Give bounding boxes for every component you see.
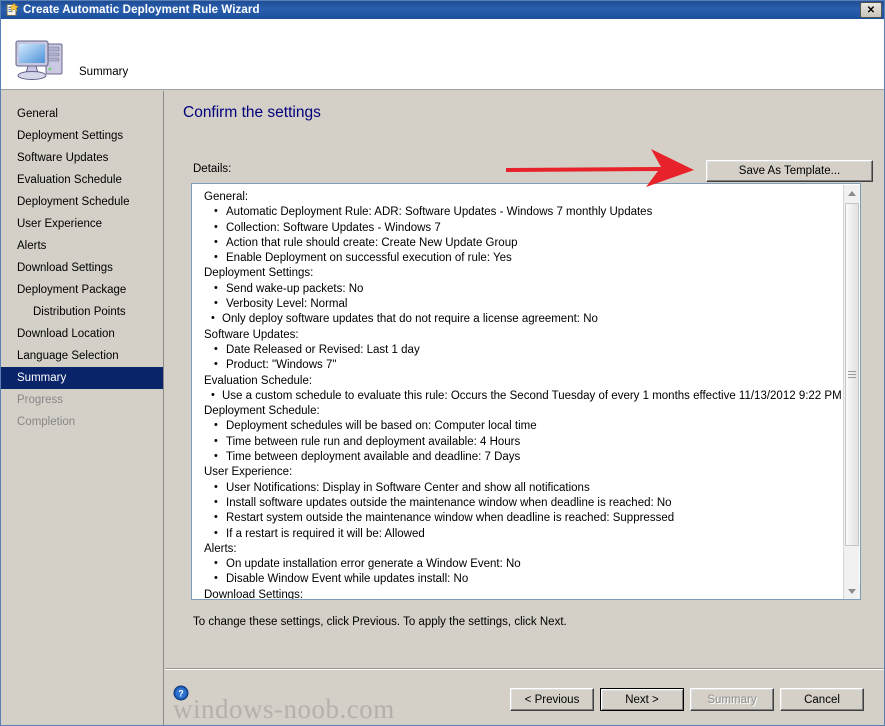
main-content: Confirm the settings Details: Save As Te…: [165, 91, 884, 669]
details-line: Restart system outside the maintenance w…: [204, 510, 841, 526]
details-line: Disable Window Event while updates insta…: [204, 571, 841, 587]
details-line: If a restart is required it will be: All…: [204, 526, 841, 542]
wizard-footer: ? < Previous Next > Summary Cancel: [165, 669, 884, 725]
close-icon[interactable]: ✕: [860, 2, 882, 18]
details-line: Only deploy software updates that do not…: [204, 311, 841, 327]
details-line: Evaluation Schedule:: [204, 374, 313, 387]
details-line: Deployment Settings:: [204, 267, 314, 280]
details-line: Software Updates:: [204, 328, 299, 341]
header-step-label: Summary: [79, 66, 129, 78]
sidebar-item-download-settings[interactable]: Download Settings: [1, 257, 163, 279]
details-scrollbar[interactable]: [843, 185, 860, 599]
details-line: General:: [204, 191, 249, 203]
sidebar-item-deployment-schedule[interactable]: Deployment Schedule: [1, 191, 163, 213]
details-line: User Experience:: [204, 466, 293, 479]
details-line: On update installation error generate a …: [204, 556, 841, 572]
details-text: General:Automatic Deployment Rule: ADR: …: [192, 184, 845, 600]
computer-icon: [13, 36, 71, 84]
window-title: Create Automatic Deployment Rule Wizard: [23, 4, 260, 16]
summary-button: Summary: [690, 688, 774, 711]
next-button[interactable]: Next >: [600, 688, 684, 711]
details-line: Automatic Deployment Rule: ADR: Software…: [204, 204, 841, 220]
wizard-header: Summary: [1, 19, 884, 90]
details-line: Enable Deployment on successful executio…: [204, 250, 841, 266]
sidebar-item-alerts[interactable]: Alerts: [1, 235, 163, 257]
details-line: Collection: Software Updates - Windows 7: [204, 220, 841, 236]
details-line: Use a custom schedule to evaluate this r…: [204, 388, 842, 404]
details-line: Action that rule should create: Create N…: [204, 235, 841, 251]
wizard-steps-sidebar: General Deployment Settings Software Updat…: [1, 91, 164, 725]
page-title: Confirm the settings: [183, 104, 321, 121]
details-pane[interactable]: General:Automatic Deployment Rule: ADR: …: [191, 183, 861, 600]
wizard-document-icon: [5, 2, 20, 17]
scrollbar-thumb[interactable]: [845, 203, 859, 546]
details-line: Install software updates outside the mai…: [204, 495, 841, 511]
sidebar-item-completion: Completion: [17, 416, 76, 428]
details-line: Alerts:: [204, 542, 237, 555]
sidebar-item-user-experience[interactable]: User Experience: [1, 213, 163, 235]
sidebar-item-language-selection[interactable]: Language Selection: [1, 345, 163, 367]
sidebar-item-progress: Progress: [17, 394, 64, 406]
details-label: Details:: [193, 163, 232, 175]
details-line: Time between deployment available and de…: [204, 449, 841, 465]
sidebar-item-distribution-points[interactable]: Distribution Points: [1, 301, 163, 323]
change-settings-note: To change these settings, click Previous…: [193, 616, 567, 628]
previous-button[interactable]: < Previous: [510, 688, 594, 711]
details-line: User Notifications: Display in Software …: [204, 480, 841, 496]
details-line: Send wake-up packets: No: [204, 281, 841, 297]
title-bar: Create Automatic Deployment Rule Wizard …: [1, 1, 884, 19]
sidebar-item-software-updates[interactable]: Software Updates: [1, 147, 163, 169]
details-line: Verbosity Level: Normal: [204, 296, 841, 312]
sidebar-item-general[interactable]: General: [1, 103, 163, 125]
scroll-down-arrow-icon[interactable]: [844, 583, 860, 599]
scrollbar-grip-icon: [848, 370, 856, 379]
sidebar-item-deployment-settings[interactable]: Deployment Settings: [1, 125, 163, 147]
svg-text:?: ?: [178, 689, 184, 699]
sidebar-item-deployment-package[interactable]: Deployment Package: [1, 279, 163, 301]
details-line: Date Released or Revised: Last 1 day: [204, 342, 841, 358]
details-line: Time between rule run and deployment ava…: [204, 434, 841, 450]
details-line: Download Settings:: [204, 588, 304, 600]
sidebar-item-evaluation-schedule[interactable]: Evaluation Schedule: [1, 169, 163, 191]
wizard-window: Create Automatic Deployment Rule Wizard …: [0, 0, 885, 726]
details-line: Product: "Windows 7": [204, 357, 841, 373]
help-question-icon[interactable]: ?: [173, 685, 189, 701]
scroll-up-arrow-icon[interactable]: [844, 185, 860, 202]
cancel-button[interactable]: Cancel: [780, 688, 864, 711]
details-line: Deployment Schedule:: [204, 405, 320, 418]
details-line: Deployment schedules will be based on: C…: [204, 418, 841, 434]
save-as-template-button[interactable]: Save As Template...: [706, 160, 873, 182]
sidebar-item-summary[interactable]: Summary: [1, 367, 163, 389]
sidebar-item-download-location[interactable]: Download Location: [1, 323, 163, 345]
